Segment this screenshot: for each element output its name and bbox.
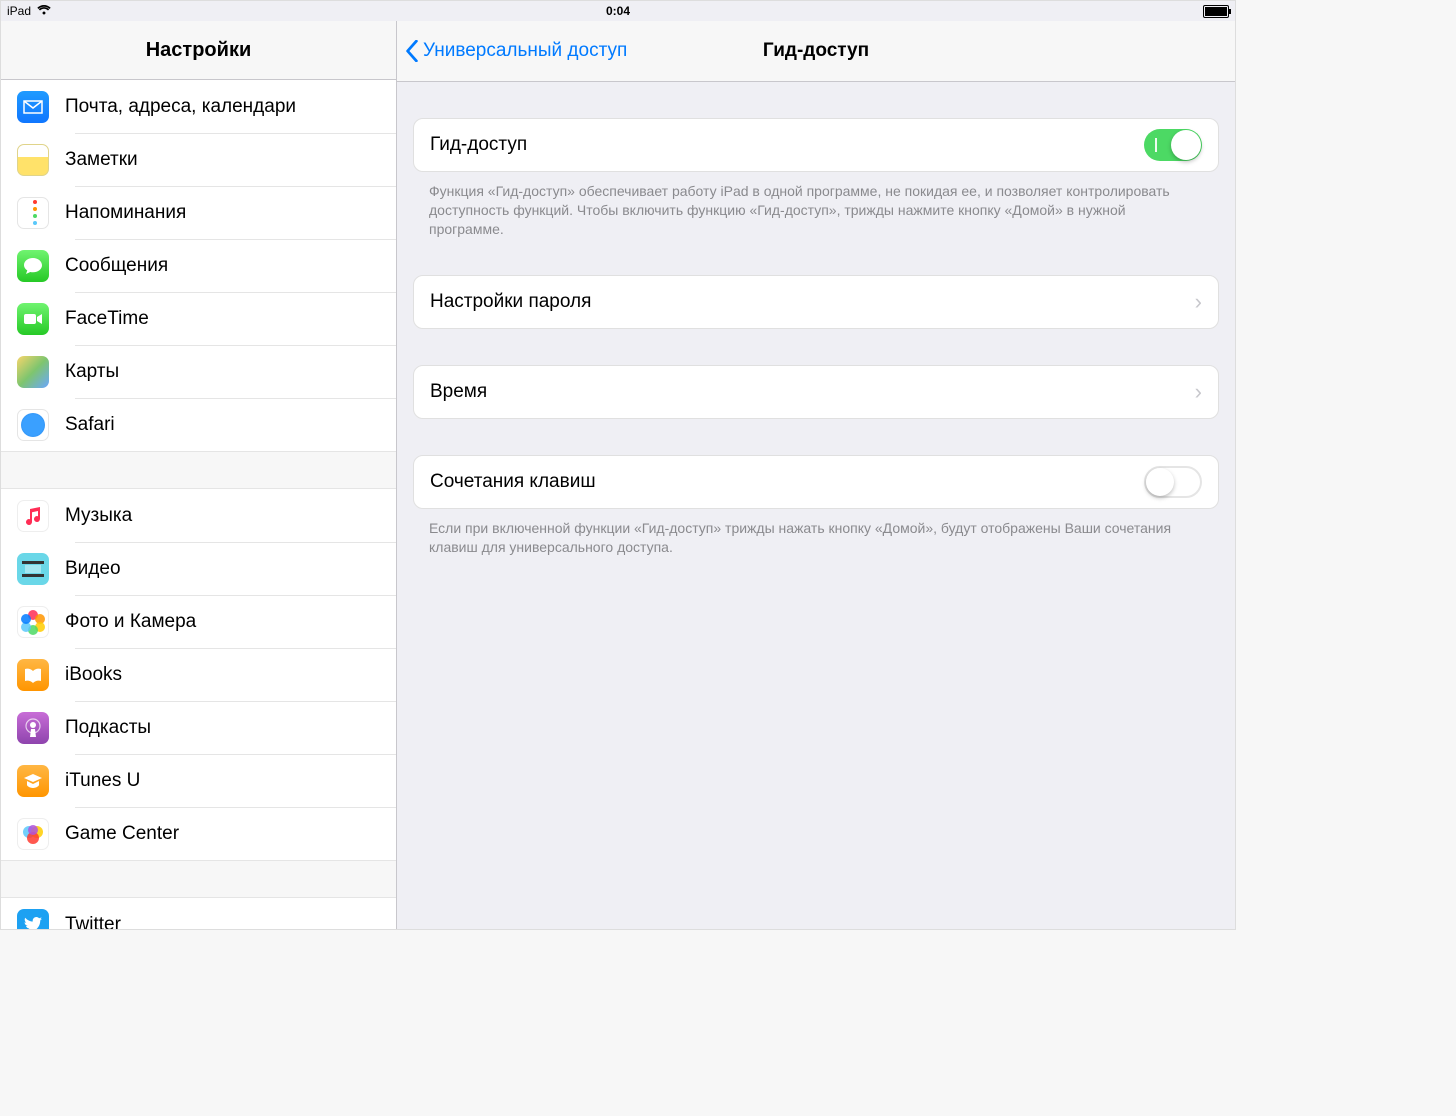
time-row[interactable]: Время › <box>414 366 1218 418</box>
sidebar-title: Настройки <box>146 39 252 62</box>
status-bar: iPad 0:04 <box>1 1 1235 21</box>
sidebar-item-label: Сообщения <box>65 255 168 277</box>
sidebar-item-podcasts[interactable]: Подкасты <box>1 701 396 754</box>
reminders-icon <box>17 197 49 229</box>
sidebar-item-messages[interactable]: Сообщения <box>1 239 396 292</box>
guided-access-group: Гид-доступ <box>413 118 1219 172</box>
sidebar-item-label: Twitter <box>65 914 121 929</box>
sidebar-item-label: Game Center <box>65 823 179 845</box>
chevron-left-icon <box>405 40 419 62</box>
sidebar-item-label: Карты <box>65 361 119 383</box>
ibooks-icon <box>17 659 49 691</box>
sidebar-item-maps[interactable]: Карты <box>1 345 396 398</box>
shortcuts-switch[interactable] <box>1144 466 1202 498</box>
sidebar-item-video[interactable]: Видео <box>1 542 396 595</box>
sidebar-item-reminders[interactable]: Напоминания <box>1 186 396 239</box>
sidebar-item-label: Заметки <box>65 149 138 171</box>
sidebar-item-music[interactable]: Музыка <box>1 489 396 542</box>
passcode-group: Настройки пароля › <box>413 275 1219 329</box>
chevron-right-icon: › <box>1195 289 1202 315</box>
sidebar-list[interactable]: Почта, адреса, календари Заметки <box>1 80 396 929</box>
settings-sidebar: Настройки Почта, адреса, календари Замет… <box>1 21 397 929</box>
photos-icon <box>17 606 49 638</box>
shortcuts-row[interactable]: Сочетания клавиш <box>414 456 1218 508</box>
sidebar-item-label: iTunes U <box>65 770 140 792</box>
sidebar-item-label: FaceTime <box>65 308 149 330</box>
status-time: 0:04 <box>606 4 630 18</box>
battery-icon <box>1203 5 1229 18</box>
detail-title: Гид-доступ <box>763 40 869 62</box>
detail-header: Универсальный доступ Гид-доступ <box>397 21 1235 82</box>
passcode-row[interactable]: Настройки пароля › <box>414 276 1218 328</box>
sidebar-item-gamecenter[interactable]: Game Center <box>1 807 396 860</box>
time-label: Время <box>430 381 487 403</box>
mail-icon <box>17 91 49 123</box>
sidebar-header: Настройки <box>1 21 396 80</box>
safari-icon <box>17 409 49 441</box>
status-device: iPad <box>7 4 31 18</box>
shortcuts-group: Сочетания клавиш <box>413 455 1219 509</box>
sidebar-item-ibooks[interactable]: iBooks <box>1 648 396 701</box>
wifi-icon <box>37 4 51 18</box>
sidebar-item-label: iBooks <box>65 664 122 686</box>
sidebar-item-facetime[interactable]: FaceTime <box>1 292 396 345</box>
maps-icon <box>17 356 49 388</box>
passcode-label: Настройки пароля <box>430 291 591 313</box>
guided-access-switch[interactable] <box>1144 129 1202 161</box>
sidebar-item-itunesu[interactable]: iTunes U <box>1 754 396 807</box>
sidebar-item-twitter[interactable]: Twitter <box>1 898 396 929</box>
video-icon <box>17 553 49 585</box>
sidebar-item-label: Видео <box>65 558 121 580</box>
back-label: Универсальный доступ <box>423 40 627 62</box>
detail-pane: Универсальный доступ Гид-доступ Гид-дост… <box>397 21 1235 929</box>
sidebar-item-notes[interactable]: Заметки <box>1 133 396 186</box>
itunesu-icon <box>17 765 49 797</box>
messages-icon <box>17 250 49 282</box>
sidebar-item-safari[interactable]: Safari <box>1 398 396 451</box>
sidebar-item-label: Напоминания <box>65 202 186 224</box>
notes-icon <box>17 144 49 176</box>
podcasts-icon <box>17 712 49 744</box>
chevron-right-icon: › <box>1195 379 1202 405</box>
sidebar-item-label: Фото и Камера <box>65 611 196 633</box>
guided-access-footer: Функция «Гид-доступ» обеспечивает работу… <box>413 172 1219 239</box>
sidebar-item-label: Музыка <box>65 505 132 527</box>
sidebar-item-photos[interactable]: Фото и Камера <box>1 595 396 648</box>
shortcuts-label: Сочетания клавиш <box>430 471 596 493</box>
facetime-icon <box>17 303 49 335</box>
guided-access-label: Гид-доступ <box>430 134 527 156</box>
twitter-icon <box>17 909 49 929</box>
sidebar-item-mail[interactable]: Почта, адреса, календари <box>1 80 396 133</box>
guided-access-row[interactable]: Гид-доступ <box>414 119 1218 171</box>
back-button[interactable]: Универсальный доступ <box>405 40 627 62</box>
shortcuts-footer: Если при включенной функции «Гид-доступ»… <box>413 509 1219 557</box>
gamecenter-icon <box>17 818 49 850</box>
sidebar-item-label: Safari <box>65 414 115 436</box>
music-icon <box>17 500 49 532</box>
sidebar-item-label: Почта, адреса, календари <box>65 96 296 118</box>
ipad-settings-screen: iPad 0:04 Настройки Почта, адреса, кален… <box>0 0 1236 930</box>
sidebar-item-label: Подкасты <box>65 717 151 739</box>
time-group: Время › <box>413 365 1219 419</box>
